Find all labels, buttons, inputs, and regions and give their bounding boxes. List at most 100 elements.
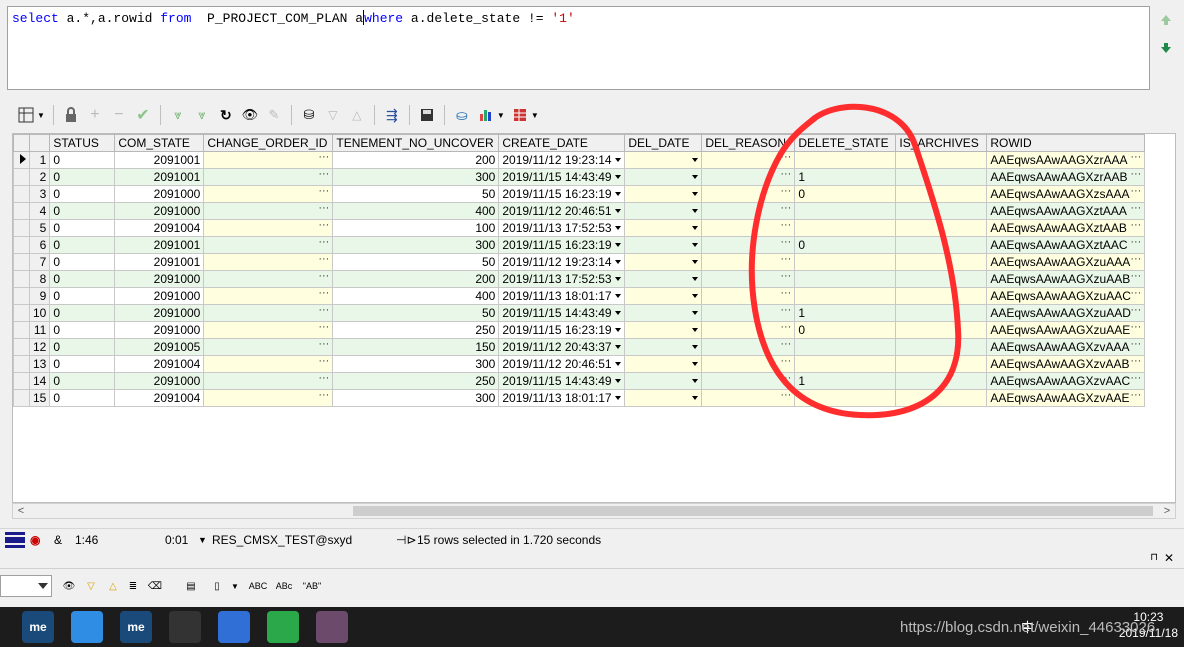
highlight-icon[interactable]: ≣ — [124, 578, 142, 594]
del-reason-cell[interactable]: ··· — [701, 202, 796, 220]
create-date-cell[interactable]: 2019/11/15 14:43:49 — [498, 168, 626, 186]
ellipsis-button[interactable]: ··· — [318, 170, 329, 181]
ellipsis-button[interactable]: ··· — [318, 204, 329, 215]
row-indicator[interactable] — [13, 236, 30, 254]
create-date-cell[interactable]: 2019/11/13 17:52:53 — [498, 270, 626, 288]
is-archives-cell[interactable] — [895, 185, 988, 203]
is-archives-cell[interactable] — [895, 389, 988, 407]
date-dropdown-icon[interactable] — [615, 192, 622, 196]
query-by-example-icon[interactable]: ⛁ — [298, 104, 320, 126]
delete-state-cell[interactable] — [794, 151, 897, 169]
column-header-del-date[interactable]: DEL_DATE — [624, 134, 703, 152]
row-indicator[interactable] — [13, 168, 30, 186]
ellipsis-button[interactable]: ··· — [1130, 272, 1141, 283]
pin-panel-icon[interactable]: ⊓ — [1150, 552, 1158, 563]
list-icon[interactable]: ▤ — [182, 578, 200, 594]
del-reason-cell[interactable]: ··· — [701, 151, 796, 169]
sql-editor[interactable]: select a.*,a.rowid from P_PROJECT_COM_PL… — [7, 6, 1150, 90]
table-row[interactable]: 5 0 2091004 ··· 100 2019/11/13 17:52:53 ··· AAE… — [13, 219, 1146, 237]
del-date-cell[interactable] — [624, 389, 703, 407]
create-date-cell[interactable]: 2019/11/13 18:01:17 — [498, 287, 626, 305]
row-number[interactable]: 13 — [28, 355, 51, 373]
rowid-cell[interactable]: AAEqwsAAwAAGXzsAAA ··· — [986, 185, 1146, 203]
rowid-cell[interactable]: AAEqwsAAwAAGXzvAAE ··· — [986, 389, 1146, 407]
row-indicator[interactable] — [13, 355, 30, 373]
row-indicator[interactable] — [13, 270, 30, 288]
date-dropdown-icon[interactable] — [615, 226, 622, 230]
create-date-cell[interactable]: 2019/11/15 16:23:19 — [498, 321, 626, 339]
taskbar-app-icon[interactable]: me — [120, 611, 152, 643]
row-number[interactable]: 2 — [28, 168, 51, 186]
find-input[interactable] — [0, 575, 52, 597]
create-date-cell[interactable]: 2019/11/15 16:23:19 — [498, 236, 626, 254]
delete-state-cell[interactable] — [794, 253, 897, 271]
is-archives-cell[interactable] — [895, 253, 988, 271]
is-archives-cell[interactable] — [895, 321, 988, 339]
tenement-no-uncover-cell[interactable]: 400 — [332, 202, 500, 220]
status-cell[interactable]: 0 — [49, 202, 116, 220]
ellipsis-button[interactable]: ··· — [780, 272, 791, 283]
com-state-cell[interactable]: 2091000 — [114, 270, 205, 288]
date-dropdown-icon[interactable] — [692, 328, 699, 332]
date-dropdown-icon[interactable] — [692, 209, 699, 213]
del-reason-cell[interactable]: ··· — [701, 389, 796, 407]
date-dropdown-icon[interactable] — [692, 158, 699, 162]
is-archives-cell[interactable] — [895, 355, 988, 373]
delete-record-icon[interactable]: − — [108, 104, 130, 126]
is-archives-cell[interactable] — [895, 219, 988, 237]
ellipsis-button[interactable]: ··· — [318, 391, 329, 402]
status-cell[interactable]: 0 — [49, 287, 116, 305]
grid-layout-icon[interactable] — [15, 104, 37, 126]
table-row[interactable]: 4 0 2091000 ··· 400 2019/11/12 20:46:51 ··· AAE… — [13, 202, 1146, 220]
ellipsis-button[interactable]: ··· — [780, 323, 791, 334]
date-dropdown-icon[interactable] — [615, 362, 622, 366]
rowid-cell[interactable]: AAEqwsAAwAAGXzvAAB ··· — [986, 355, 1146, 373]
record-icon[interactable]: ◉ — [30, 533, 40, 547]
rowid-cell[interactable]: AAEqwsAAwAAGXzuAAA ··· — [986, 253, 1146, 271]
change-order-id-cell[interactable]: ··· — [203, 355, 334, 373]
change-order-id-cell[interactable]: ··· — [203, 304, 334, 322]
table-row[interactable]: 3 0 2091000 ··· 50 2019/11/15 16:23:19 ··· 0 AAE… — [13, 185, 1146, 203]
tenement-no-uncover-cell[interactable]: 250 — [332, 372, 500, 390]
column-header-delete-state[interactable]: DELETE_STATE — [794, 134, 897, 152]
whole-word-button[interactable]: ABc — [272, 578, 296, 594]
del-reason-cell[interactable]: ··· — [701, 270, 796, 288]
com-state-cell[interactable]: 2091000 — [114, 304, 205, 322]
export-icon[interactable]: ⛀ — [451, 104, 473, 126]
tenement-no-uncover-cell[interactable]: 150 — [332, 338, 500, 356]
ellipsis-button[interactable]: ··· — [318, 221, 329, 232]
regex-button[interactable]: "AB" — [300, 578, 324, 594]
column-header-com-state[interactable]: COM_STATE — [114, 134, 205, 152]
date-dropdown-icon[interactable] — [615, 328, 622, 332]
corner-cell[interactable] — [28, 134, 51, 152]
ellipsis-button[interactable]: ··· — [780, 238, 791, 249]
row-number[interactable]: 14 — [28, 372, 51, 390]
column-header-change-order-id[interactable]: CHANGE_ORDER_ID — [203, 134, 334, 152]
is-archives-cell[interactable] — [895, 304, 988, 322]
change-order-id-cell[interactable]: ··· — [203, 219, 334, 237]
del-date-cell[interactable] — [624, 355, 703, 373]
status-cell[interactable]: 0 — [49, 270, 116, 288]
ellipsis-button[interactable]: ··· — [780, 187, 791, 198]
find-binoculars-icon[interactable]: 👁 — [60, 578, 78, 594]
del-reason-cell[interactable]: ··· — [701, 253, 796, 271]
date-dropdown-icon[interactable] — [615, 158, 622, 162]
del-reason-cell[interactable]: ··· — [701, 355, 796, 373]
table-row[interactable]: 2 0 2091001 ··· 300 2019/11/15 14:43:49 ··· 1 AA… — [13, 168, 1146, 186]
eraser-icon[interactable]: ⌫ — [146, 578, 164, 594]
status-cell[interactable]: 0 — [49, 389, 116, 407]
row-indicator[interactable] — [13, 338, 30, 356]
table-row[interactable]: 13 0 2091004 ··· 300 2019/11/12 20:46:51 ··· AA… — [13, 355, 1146, 373]
is-archives-cell[interactable] — [895, 202, 988, 220]
date-dropdown-icon[interactable] — [615, 311, 622, 315]
ellipsis-button[interactable]: ··· — [780, 255, 791, 266]
find-previous-icon[interactable]: △ — [104, 578, 122, 594]
create-date-cell[interactable]: 2019/11/13 17:52:53 — [498, 219, 626, 237]
del-reason-cell[interactable]: ··· — [701, 185, 796, 203]
ellipsis-button[interactable]: ··· — [1130, 153, 1141, 164]
row-indicator[interactable] — [13, 304, 30, 322]
change-order-id-cell[interactable]: ··· — [203, 372, 334, 390]
status-cell[interactable]: 0 — [49, 304, 116, 322]
create-date-cell[interactable]: 2019/11/12 20:43:37 — [498, 338, 626, 356]
ellipsis-button[interactable]: ··· — [318, 340, 329, 351]
